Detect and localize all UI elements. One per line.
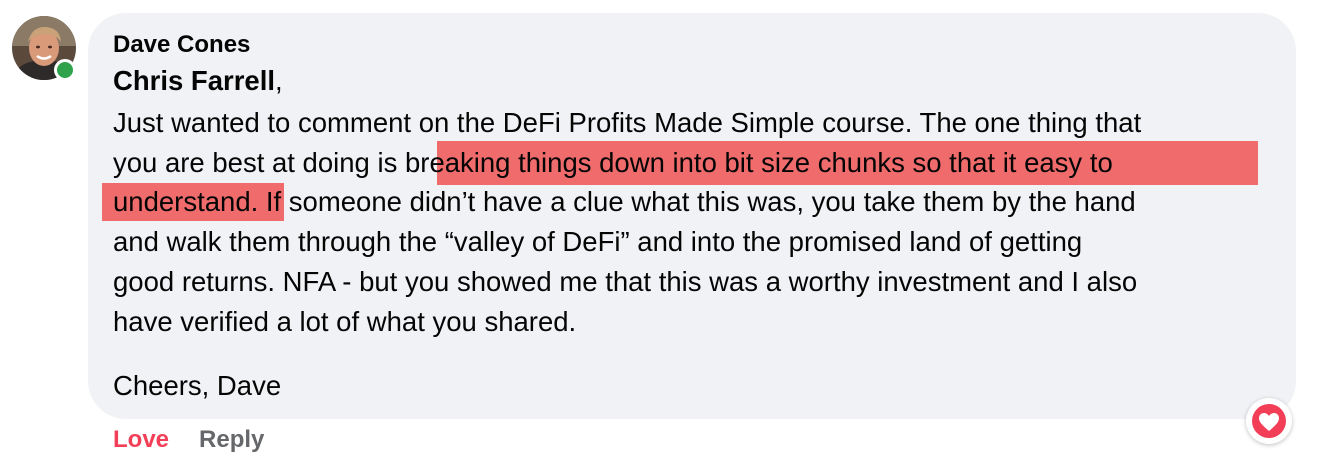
love-button[interactable]: Love	[113, 426, 169, 453]
heart-icon	[1259, 413, 1279, 431]
comment-text-line: and walk them through the “valley of DeF…	[113, 226, 1083, 257]
comment-signoff: Cheers, Dave	[113, 370, 282, 401]
mention-line: Chris Farrell,	[113, 63, 283, 99]
comment-author[interactable]: Dave Cones	[113, 31, 250, 59]
comment-container: Dave Cones Chris Farrell, Just wanted to…	[0, 0, 1326, 458]
comment-text-line: Just wanted to comment on the DeFi Profi…	[113, 107, 1142, 138]
online-status-dot	[54, 59, 76, 81]
comment-text-line: have verified a lot of what you shared.	[113, 306, 577, 337]
comment-actions: Love Reply	[113, 424, 264, 456]
mention-link[interactable]: Chris Farrell	[113, 65, 275, 96]
reaction-badge[interactable]	[1246, 398, 1292, 444]
comment-text-line: you are best at doing is breaking things…	[113, 147, 1113, 178]
comment-text-line: understand. If someone didn’t have a clu…	[113, 186, 1136, 217]
reply-button[interactable]: Reply	[199, 426, 264, 453]
comment-text-line: good returns. NFA - but you showed me th…	[113, 266, 1138, 297]
mention-suffix: ,	[275, 65, 283, 96]
